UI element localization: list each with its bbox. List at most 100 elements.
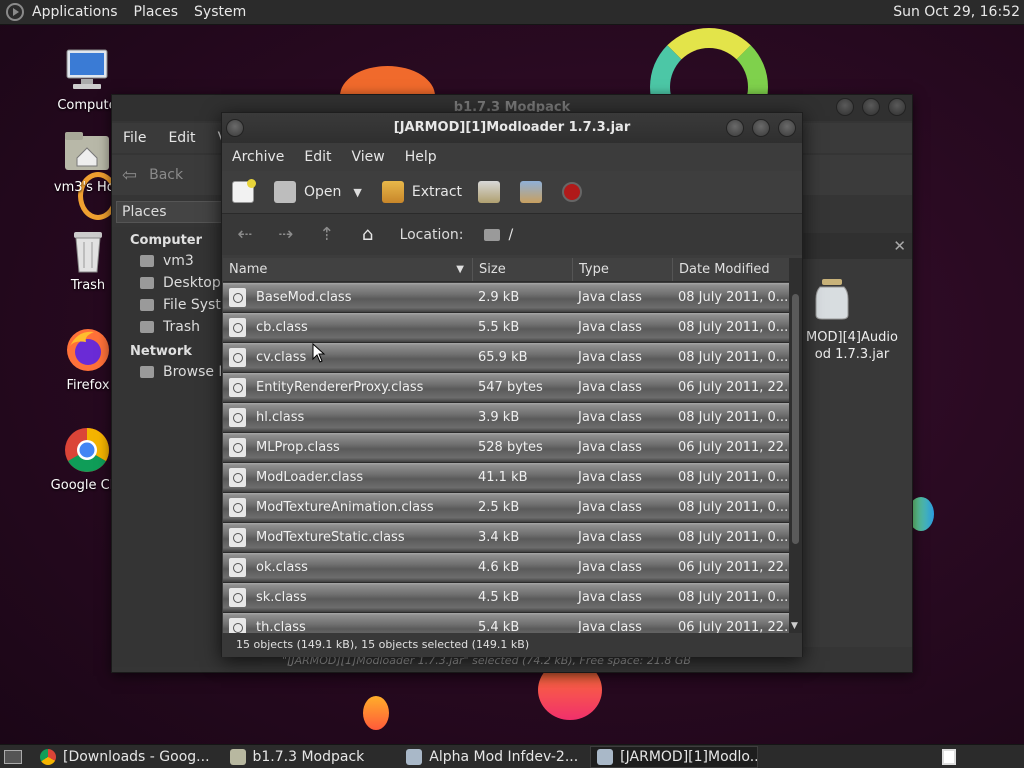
task-jarmod-modloader[interactable]: [JARMOD][1]Modlo... (590, 745, 759, 768)
forward-arrow-icon[interactable]: ⇢ (275, 224, 297, 246)
table-row[interactable]: BaseMod.class 2.9 kB Java class 08 July 201… (223, 283, 789, 313)
cell-type: Java class (578, 290, 642, 305)
column-header-date[interactable]: Date Modified (673, 258, 789, 281)
back-window-close-button[interactable] (888, 98, 906, 116)
location-field[interactable]: / (483, 222, 802, 248)
task-alpha-mod[interactable]: Alpha Mod Infdev-2... (400, 746, 584, 768)
table-row[interactable]: ModLoader.class 41.1 kB Java class 08 July … (223, 463, 789, 493)
workspace-switcher[interactable] (942, 749, 956, 765)
scrollbar[interactable]: ▼ (789, 258, 802, 633)
file-name: ModTextureStatic.class (256, 530, 405, 545)
close-button[interactable] (778, 119, 796, 137)
file-name: BaseMod.class (256, 290, 352, 305)
table-row[interactable]: cb.class 5.5 kB Java class 08 July 2011, 0.… (223, 313, 789, 343)
column-header-name[interactable]: Name ▼ (223, 258, 473, 281)
cell-name: hl.class (223, 408, 473, 427)
menu-places[interactable]: Places (126, 0, 187, 25)
task-modpack-folder[interactable]: b1.7.3 Modpack (224, 746, 371, 768)
jar-label-line: od 1.7.3.jar (814, 347, 890, 362)
menu-help[interactable]: Help (395, 149, 447, 165)
places-selector[interactable]: Places (116, 201, 226, 223)
cell-name: th.class (223, 618, 473, 633)
add-folder-button[interactable] (520, 181, 550, 203)
table-row[interactable]: MLProp.class 528 bytes Java class 06 July 2… (223, 433, 789, 463)
cell-date: 08 July 2011, 0... (678, 470, 789, 485)
cell-name: cb.class (223, 318, 473, 337)
window-menu-button[interactable] (226, 119, 244, 137)
java-class-file-icon (229, 288, 246, 307)
scroll-down-arrow-icon[interactable]: ▼ (791, 621, 798, 631)
task-downloads-chrome[interactable]: [Downloads - Goog... (34, 746, 216, 768)
menu-edit[interactable]: Edit (294, 149, 341, 165)
menubar: Archive Edit View Help (222, 143, 802, 171)
close-pane-icon[interactable]: ✕ (893, 237, 906, 255)
minimize-button[interactable] (726, 119, 744, 137)
open-label: Open (304, 184, 342, 200)
menu-edit[interactable]: Edit (157, 130, 206, 146)
cell-date: 08 July 2011, 0... (678, 410, 789, 425)
table-row[interactable]: sk.class 4.5 kB Java class 08 July 2011, 0.… (223, 583, 789, 613)
add-files-button[interactable] (478, 181, 508, 203)
table-row[interactable]: ok.class 4.6 kB Java class 06 July 2011, 22… (223, 553, 789, 583)
distro-logo-icon[interactable] (6, 3, 24, 21)
cell-date: 08 July 2011, 0... (678, 590, 789, 605)
open-button[interactable]: Open (274, 181, 341, 203)
table-row[interactable]: th.class 5.4 kB Java class 06 July 2011, 22… (223, 613, 789, 633)
java-class-file-icon (229, 588, 246, 607)
table-row[interactable]: hl.class 3.9 kB Java class 08 July 2011, 0.… (223, 403, 789, 433)
sidebar-item-label: Browse N (163, 364, 229, 380)
mouse-cursor-icon (312, 343, 326, 363)
up-arrow-icon[interactable]: ⇡ (316, 224, 338, 246)
maximize-button[interactable] (752, 119, 770, 137)
java-class-file-icon (229, 528, 246, 547)
stop-icon (562, 182, 583, 202)
menu-system[interactable]: System (186, 0, 254, 25)
back-button[interactable]: Back (149, 167, 183, 183)
task-label: [JARMOD][1]Modlo... (620, 748, 759, 765)
clock[interactable]: Sun Oct 29, 16:52 (893, 0, 1020, 25)
back-arrow-icon[interactable]: ⇠ (234, 224, 256, 246)
column-header-size[interactable]: Size (473, 258, 573, 281)
task-label: b1.7.3 Modpack (252, 748, 365, 765)
java-class-file-icon (229, 318, 246, 337)
back-arrow-icon[interactable]: ⇦ (122, 165, 137, 186)
sidebar-item-label: Trash (163, 319, 200, 335)
cell-type: Java class (578, 380, 642, 395)
table-row[interactable]: EntityRendererProxy.class 547 bytes Java c… (223, 373, 789, 403)
open-dropdown-arrow-icon[interactable]: ▼ (353, 186, 361, 199)
wallpaper-small-blob (363, 696, 389, 730)
back-window-minimize-button[interactable] (836, 98, 854, 116)
cell-size: 4.6 kB (478, 560, 520, 575)
cell-type: Java class (578, 560, 642, 575)
new-archive-button[interactable] (232, 179, 262, 203)
table-row[interactable]: ModTextureStatic.class 3.4 kB Java class 08… (223, 523, 789, 553)
menu-file[interactable]: File (112, 130, 157, 146)
file-name: cv.class (256, 350, 307, 365)
java-class-file-icon (229, 468, 246, 487)
cell-type: Java class (578, 620, 642, 633)
cell-name: ModTextureAnimation.class (223, 498, 473, 517)
cell-date: 06 July 2011, 22... (678, 620, 789, 633)
show-desktop-icon[interactable] (4, 749, 22, 764)
column-label: Size (479, 262, 506, 277)
home-icon[interactable]: ⌂ (357, 224, 379, 246)
cell-type: Java class (578, 350, 642, 365)
location-label: Location: (399, 226, 464, 243)
menu-archive[interactable]: Archive (222, 149, 294, 165)
java-class-file-icon (229, 348, 246, 367)
table-row[interactable]: cv.class 65.9 kB Java class 08 July 2011, 0… (223, 343, 789, 373)
cell-date: 06 July 2011, 22... (678, 380, 789, 395)
cell-size: 547 bytes (478, 380, 543, 395)
cell-size: 65.9 kB (478, 350, 528, 365)
menu-view[interactable]: View (342, 149, 395, 165)
stop-button[interactable] (562, 182, 590, 202)
menu-applications[interactable]: Applications (24, 0, 126, 25)
table-row[interactable]: ModTextureAnimation.class 2.5 kB Java clas… (223, 493, 789, 523)
back-window-maximize-button[interactable] (862, 98, 880, 116)
jar-file-icon[interactable] (812, 277, 852, 321)
extract-button[interactable]: Extract (381, 181, 462, 203)
new-archive-icon (232, 179, 256, 203)
jar-file-label[interactable]: MOD][4]Audio od 1.7.3.jar (797, 329, 907, 363)
column-header-type[interactable]: Type (573, 258, 673, 281)
scrollbar-thumb[interactable] (792, 294, 799, 544)
